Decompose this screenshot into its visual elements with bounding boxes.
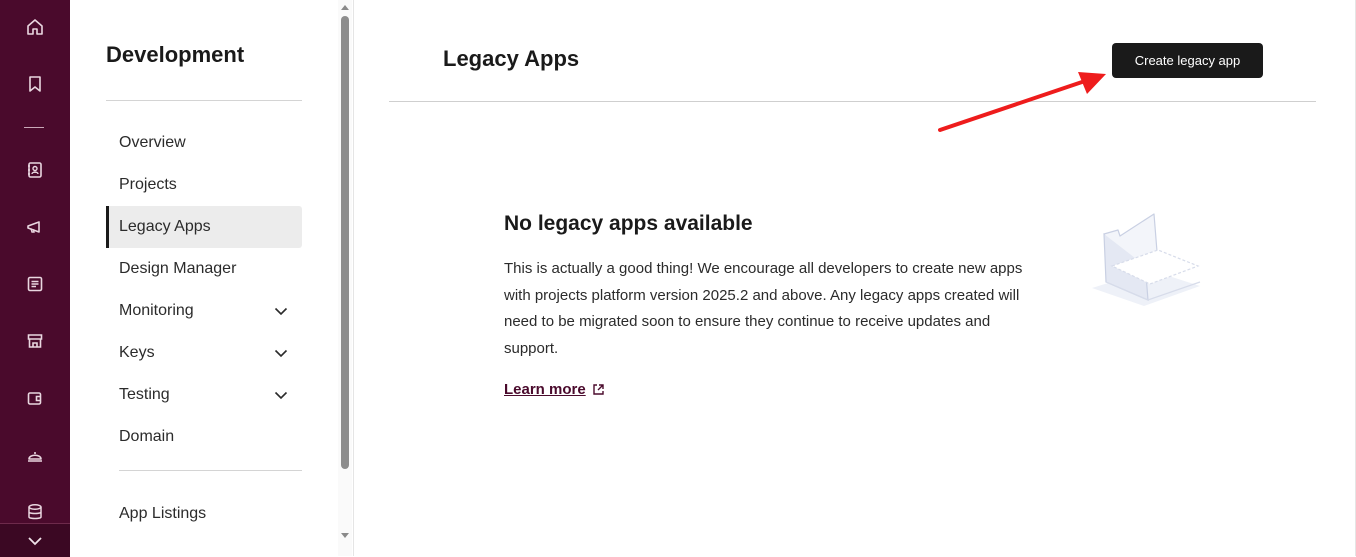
database-icon[interactable] [23,500,47,524]
sidebar-item-label: Design Manager [119,260,237,277]
store-icon[interactable] [23,329,47,353]
sidebar-item-label: Legacy Apps [119,218,211,235]
sidebar-divider [106,100,302,101]
sidebar-item-legacy-apps[interactable]: Legacy Apps [106,206,302,248]
sidebar-divider [119,470,302,471]
sidebar-item-projects[interactable]: Projects [106,164,302,206]
sidebar-title: Development [106,42,245,67]
sidebar-item-label: Keys [119,344,155,361]
home-icon[interactable] [23,15,47,39]
sidebar-item-monitoring[interactable]: Monitoring [106,290,302,332]
chevron-down-icon [274,349,288,357]
learn-more-label: Learn more [504,381,586,398]
main-content: Legacy Apps Create legacy app No legacy … [353,0,1356,556]
bookmark-icon[interactable] [23,72,47,96]
rail-divider [24,127,44,128]
sidebar-item-label: Monitoring [119,302,194,319]
service-bell-icon[interactable] [23,443,47,467]
scroll-thumb[interactable] [341,16,349,469]
laptop-illustration-icon [1092,213,1201,306]
development-sidebar: Development Overview Projects Legacy App… [70,0,354,556]
create-legacy-app-button[interactable]: Create legacy app [1112,43,1263,78]
sidebar-item-keys[interactable]: Keys [106,332,302,374]
external-link-icon [593,384,604,395]
sidebar-scrollbar[interactable] [338,0,352,556]
expand-rail-button[interactable] [0,523,70,557]
sidebar-item-domain[interactable]: Domain [106,416,302,458]
sidebar-item-label: Projects [119,176,177,193]
megaphone-icon[interactable] [23,215,47,239]
sidebar-item-label: App Listings [119,505,207,522]
global-nav-rail [0,0,70,557]
chevron-down-icon [274,391,288,399]
sidebar-item-label: Domain [119,428,175,445]
chevron-down-icon [28,536,42,545]
header-divider [389,101,1316,102]
scroll-down-arrow[interactable] [341,533,349,538]
sidebar-item-overview[interactable]: Overview [106,122,302,164]
sidebar-item-design-manager[interactable]: Design Manager [106,248,302,290]
sidebar-item-app-listings[interactable]: App Listings [106,493,302,535]
empty-state-description: This is actually a good thing! We encour… [504,260,1023,357]
content-icon[interactable] [23,272,47,296]
wallet-icon[interactable] [23,386,47,410]
learn-more-link[interactable]: Learn more [504,381,605,398]
sidebar-item-testing[interactable]: Testing [106,374,302,416]
sidebar-item-label: Testing [119,386,170,403]
empty-state-title: No legacy apps available [504,212,753,235]
chevron-down-icon [274,307,288,315]
sidebar-nav: Overview Projects Legacy Apps Design Man… [106,122,302,458]
annotation-arrow-icon [938,72,1106,132]
scroll-up-arrow[interactable] [341,5,349,10]
contacts-icon[interactable] [23,158,47,182]
page-title: Legacy Apps [443,46,580,71]
sidebar-item-label: Overview [119,134,186,151]
